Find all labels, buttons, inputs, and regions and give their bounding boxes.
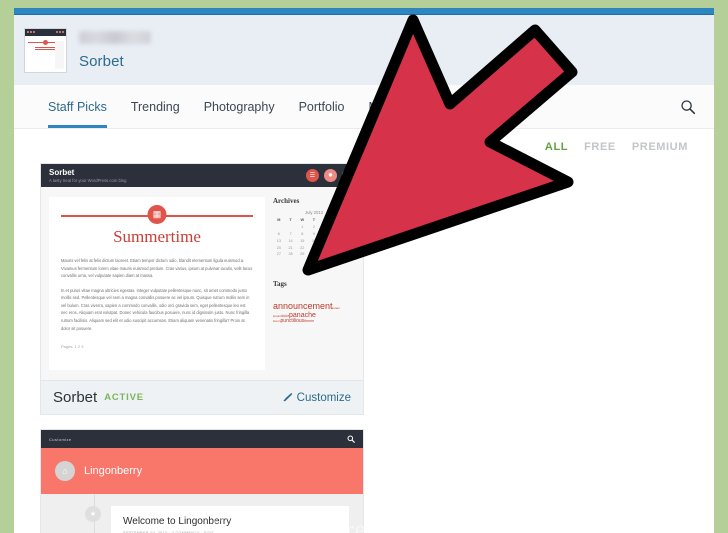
sorbet-header-buttons: ☰ ✸ ❤ [306, 169, 355, 182]
theme-name-sorbet: Sorbet [53, 389, 98, 406]
tab-magazine[interactable]: Magazine [368, 85, 422, 128]
sorbet-pagination: Pages: 1 2 3 [61, 344, 253, 349]
post-card: Welcome to Lingonberry SEPTEMBER 20, 201… [111, 506, 349, 533]
tag-lorem[interactable]: lorem [333, 306, 341, 310]
paintbrush-icon [283, 393, 292, 402]
filter-free[interactable]: FREE [584, 141, 616, 153]
post-title: Welcome to Lingonberry [123, 516, 232, 527]
page-3[interactable]: 3 [81, 344, 83, 349]
page-2[interactable]: 2 [78, 344, 80, 349]
cal-day-t: T [289, 218, 292, 223]
lingonberry-preview-header: Customize [41, 430, 363, 448]
calendar-header-row: M T W T F S S [273, 217, 355, 224]
sorbet-post-title: Summertime [113, 227, 201, 246]
customize-button[interactable]: Customize [282, 392, 351, 404]
home-icon: ⌂ [55, 461, 75, 481]
browser-window: Sorbet Staff Picks Trending Photography … [14, 8, 714, 533]
star-icon: ★ [85, 506, 101, 522]
calendar-row: 12345 [301, 225, 351, 230]
flower-icon: ✸ [324, 169, 337, 182]
search-icon[interactable] [680, 99, 696, 115]
theme-category-nav: Staff Picks Trending Photography Portfol… [14, 85, 714, 129]
heart-icon: ❤ [342, 169, 355, 182]
thumbnail-sidebar [55, 40, 64, 69]
sorbet-sidebar: Archives July 2013 M T W T F S S 1 2 3 4… [273, 197, 355, 370]
tab-trending[interactable]: Trending [131, 85, 180, 128]
cal-day-sa: S [336, 218, 339, 223]
page-1[interactable]: 1 [75, 344, 77, 349]
calendar-row: 13 14 15 16 17 18 19 [276, 238, 352, 243]
tab-photography[interactable]: Photography [204, 85, 275, 128]
tags-heading: Tags [273, 279, 287, 288]
theme-card-sorbet[interactable]: Sorbet A tasty treat for your WordPress.… [40, 163, 364, 415]
tab-portfolio[interactable]: Portfolio [299, 85, 345, 128]
site-meta: Sorbet [79, 30, 151, 70]
theme-screenshot-sorbet[interactable]: Sorbet A tasty treat for your WordPress.… [41, 164, 363, 380]
sorbet-post-paragraph-1: Mauris vel felis at felis dictum laoreet… [61, 258, 253, 279]
tag-filler[interactable]: lorem [273, 319, 281, 323]
tag-announcement[interactable]: announcement [273, 301, 333, 311]
theme-grid: Sorbet A tasty treat for your WordPress.… [14, 163, 714, 533]
thumbnail-titlebar [25, 28, 66, 36]
site-header: Sorbet [14, 15, 714, 85]
theme-screenshot-lingonberry[interactable]: Customize ⌂ Lingonberry ★ Welcome to Lin… [41, 430, 363, 533]
screenshot-root: Sorbet Staff Picks Trending Photography … [0, 0, 728, 533]
sorbet-preview-header: Sorbet A tasty treat for your WordPress.… [41, 164, 363, 187]
menu-icon: ☰ [306, 169, 319, 182]
thumbnail-dots [27, 31, 35, 33]
sorbet-preview-body: ▦ Summertime Mauris vel felis at felis d… [41, 187, 363, 380]
tag-cloud: announcementlorem ipsumdolorpanache lore… [273, 301, 355, 325]
calendar-next-link[interactable]: « Sep [273, 261, 355, 266]
calendar-row: 20 21 22 23 24 25 26 [276, 245, 352, 250]
browser-chrome-bar [14, 8, 714, 15]
lingonberry-hero: ⌂ Lingonberry [41, 448, 363, 494]
tag-dolor[interactable]: dolor [281, 314, 289, 318]
theme-actions-sorbet: Customize [282, 392, 351, 404]
tag-ipsum[interactable]: ipsum [273, 314, 281, 318]
lingonberry-menu-label: Customize [49, 436, 72, 442]
pages-label: Pages: [61, 344, 74, 350]
blurred-site-title [79, 30, 151, 44]
tab-staff-picks[interactable]: Staff Picks [48, 85, 107, 128]
site-name-link[interactable]: Sorbet [79, 53, 151, 70]
site-thumbnail[interactable] [24, 27, 67, 73]
cal-day-m: M [277, 218, 281, 223]
cal-day-w: W [300, 218, 305, 223]
search-icon [347, 435, 355, 443]
nav-items: Staff Picks Trending Photography Portfol… [48, 85, 423, 128]
calendar-caption: July 2013 [305, 210, 323, 215]
tag-theme[interactable]: theme [304, 319, 314, 323]
filter-premium[interactable]: PREMIUM [632, 141, 688, 153]
calendar-row: 6 7 8 9 10 11 12 [277, 231, 352, 236]
sorbet-post: ▦ Summertime Mauris vel felis at felis d… [49, 197, 265, 370]
cal-day-th: T [312, 218, 316, 223]
cal-day-f: F [324, 218, 327, 223]
thumbnail-dots-right [56, 31, 64, 33]
status-badge-active: ACTIVE [104, 392, 144, 403]
post-format-icon: ▦ [147, 205, 167, 224]
list-item: ★ Welcome to Lingonberry SEPTEMBER 20, 2… [41, 506, 363, 533]
lingonberry-post-list: ★ Welcome to Lingonberry SEPTEMBER 20, 2… [41, 494, 363, 533]
filter-all[interactable]: ALL [545, 141, 568, 153]
customize-label: Customize [296, 391, 351, 404]
sorbet-brand: Sorbet [49, 168, 75, 177]
tag-punctilious[interactable]: punctilious [281, 318, 305, 325]
archives-calendar: July 2013 M T W T F S S 1 2 3 4 5 6 7 8 … [273, 210, 355, 258]
price-filter-row: ALL FREE PREMIUM [14, 129, 714, 163]
theme-card-lingonberry[interactable]: Customize ⌂ Lingonberry ★ Welcome to Lin… [40, 429, 364, 533]
archives-heading: Archives [273, 197, 300, 205]
cal-day-su: S [347, 218, 351, 223]
sorbet-tagline: A tasty treat for your WordPress.com blo… [49, 178, 127, 183]
sorbet-post-paragraph-2: In et purus vitae magna ultricies egesta… [61, 287, 250, 331]
lingonberry-site-name: Lingonberry [84, 465, 143, 477]
theme-footer-sorbet: Sorbet ACTIVE Customize [41, 380, 363, 414]
calendar-row: 27 28 29 30 31 [276, 252, 328, 257]
